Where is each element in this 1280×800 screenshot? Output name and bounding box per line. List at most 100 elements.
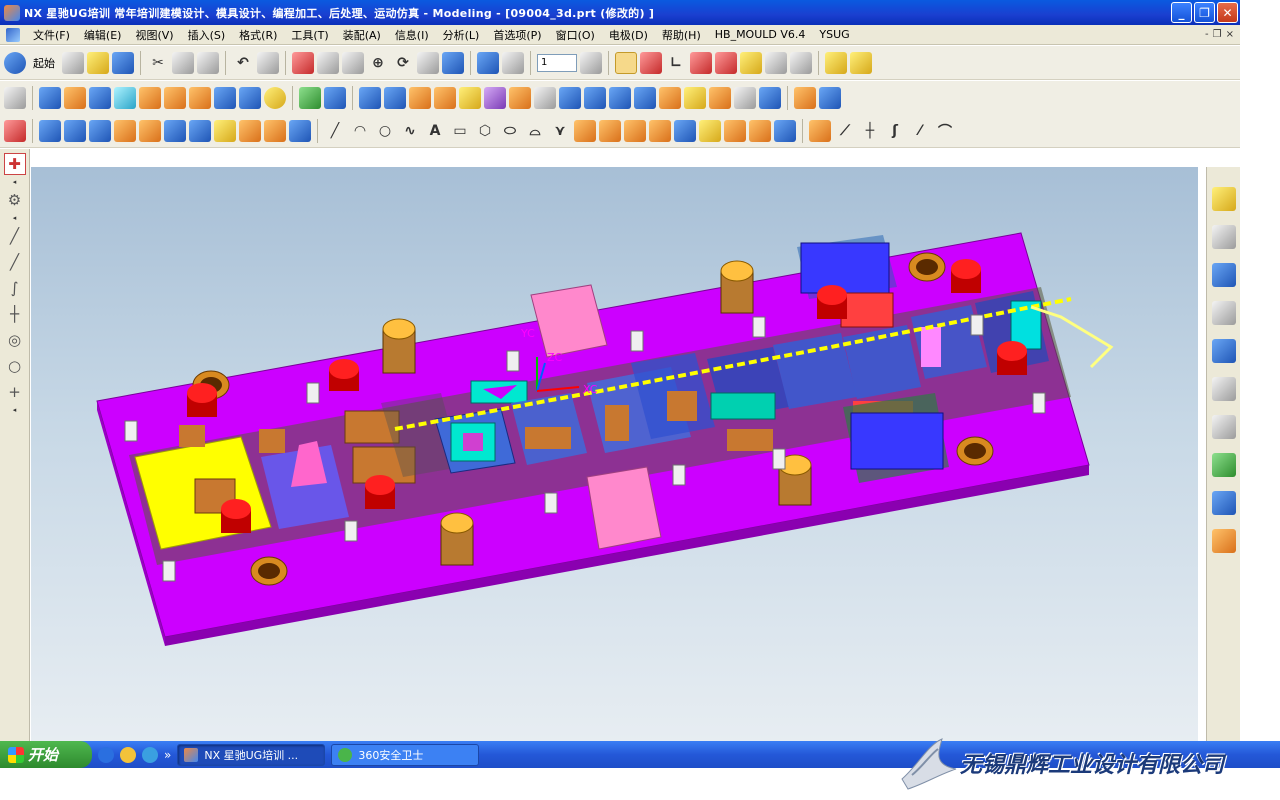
nx-app-icon[interactable]: [4, 4, 20, 21]
save-icon[interactable]: [112, 51, 134, 74]
bounded-plane-icon[interactable]: [139, 119, 161, 142]
wcs-rotate-icon[interactable]: ∟: [665, 52, 687, 74]
app-quicklaunch-icon[interactable]: [120, 746, 136, 763]
roles-icon[interactable]: [1211, 529, 1236, 553]
document-icon[interactable]: [6, 27, 20, 42]
thread-icon[interactable]: [534, 86, 556, 109]
snap-options-icon[interactable]: [790, 51, 812, 74]
ie-quicklaunch-icon[interactable]: [98, 746, 114, 763]
history-icon[interactable]: [1211, 377, 1236, 401]
divide-curve-icon[interactable]: ʃ: [884, 120, 906, 142]
measure-distance-icon[interactable]: [825, 51, 847, 74]
help-icon[interactable]: [1211, 339, 1236, 363]
minimize-button[interactable]: _: [1171, 2, 1192, 23]
robot-arm-icon[interactable]: ⚙: [4, 189, 26, 211]
trimmed-sheet-icon[interactable]: [264, 119, 286, 142]
line-icon[interactable]: ╱: [324, 120, 346, 142]
task-360[interactable]: 360安全卫士: [331, 743, 480, 766]
wrap-curve-icon[interactable]: [749, 119, 771, 142]
extract-curve-icon[interactable]: [674, 119, 696, 142]
arc-tool-icon[interactable]: ◎: [4, 329, 26, 351]
circle-tool-icon[interactable]: ○: [4, 355, 26, 377]
curve-length-icon[interactable]: ⁄: [909, 120, 931, 142]
cut-icon[interactable]: ✂: [147, 52, 169, 74]
circle-icon[interactable]: ○: [374, 120, 396, 142]
line-tool-2-icon[interactable]: ╱: [4, 251, 26, 273]
wcs-dynamics-icon[interactable]: [615, 51, 637, 74]
wcs-orient-icon[interactable]: [690, 51, 712, 74]
chamfer-curve-icon[interactable]: ⋎: [549, 120, 571, 142]
menu-format[interactable]: 格式(R): [232, 27, 284, 43]
menu-ysug[interactable]: YSUG: [812, 28, 856, 41]
start-button[interactable]: 开始: [0, 741, 92, 768]
sew-icon[interactable]: [634, 86, 656, 109]
arc-icon[interactable]: ◠: [349, 120, 371, 142]
ellipse-icon[interactable]: ⬭: [499, 120, 521, 142]
select-tool-icon[interactable]: ✚: [3, 153, 26, 175]
fit-view-icon[interactable]: [292, 51, 314, 74]
shell-icon[interactable]: [409, 86, 431, 109]
join-curve-icon[interactable]: [724, 119, 746, 142]
perspective-icon[interactable]: [442, 51, 464, 74]
bridge-curve-icon[interactable]: [699, 119, 721, 142]
menu-insert[interactable]: 插入(S): [181, 27, 233, 43]
swept-surface-icon[interactable]: [164, 119, 186, 142]
web-browser-icon[interactable]: [1211, 263, 1236, 287]
feature-replay-icon[interactable]: [819, 86, 841, 109]
trim-corner-icon[interactable]: ┼: [859, 120, 881, 142]
settings-gear-icon[interactable]: [740, 51, 762, 74]
point-icon[interactable]: [4, 119, 26, 142]
offset-face-icon[interactable]: [459, 86, 481, 109]
subtract-icon[interactable]: [324, 86, 346, 109]
visualization-icon[interactable]: [1211, 453, 1236, 477]
bridge-surface-icon[interactable]: [214, 119, 236, 142]
combined-projection-icon[interactable]: [774, 119, 796, 142]
line-tool-icon[interactable]: ╱: [4, 225, 26, 247]
menu-edit[interactable]: 编辑(E): [77, 27, 129, 43]
doc-restore-button[interactable]: ❐: [1213, 29, 1222, 40]
polygon-icon[interactable]: ⬡: [474, 120, 496, 142]
doc-minimize-button[interactable]: -: [1205, 29, 1209, 40]
split-body-icon[interactable]: [509, 86, 531, 109]
menu-assembly[interactable]: 装配(A): [336, 27, 388, 43]
project-curve-icon[interactable]: [599, 119, 621, 142]
more-dropdown-icon[interactable]: ◂: [13, 407, 17, 414]
assembly-navigator-icon[interactable]: [1211, 187, 1236, 211]
graphics-window[interactable]: YC ZC XC: [31, 167, 1198, 741]
copy-icon[interactable]: [172, 51, 194, 74]
quicklaunch-chevron[interactable]: »: [164, 748, 171, 762]
start-dropdown[interactable]: 起始: [29, 55, 59, 71]
edit-curve-icon[interactable]: [809, 119, 831, 142]
menu-tools[interactable]: 工具(T): [284, 27, 335, 43]
trim-curve-icon[interactable]: ⟋: [834, 120, 856, 142]
point-tool-icon[interactable]: +: [4, 381, 26, 403]
resize-face-icon[interactable]: [734, 86, 756, 109]
ruled-surface-icon[interactable]: [39, 119, 61, 142]
sync-modeling-icon[interactable]: [759, 86, 781, 109]
studio-surface-icon[interactable]: [189, 119, 211, 142]
wcs-display-icon[interactable]: [715, 51, 737, 74]
orient-view-icon[interactable]: [502, 51, 524, 74]
menu-hb-mould[interactable]: HB_MOULD V6.4: [708, 28, 813, 41]
extrude-icon[interactable]: [39, 86, 61, 109]
move-face-icon[interactable]: [684, 86, 706, 109]
zoom-in-icon[interactable]: ⊕: [367, 52, 389, 74]
zoom-window-icon[interactable]: [317, 51, 339, 74]
through-curves-icon[interactable]: [64, 119, 86, 142]
layer-settings-icon[interactable]: [580, 51, 602, 74]
section-curve-icon[interactable]: [649, 119, 671, 142]
menu-window[interactable]: 窗口(O): [549, 27, 602, 43]
cone-icon[interactable]: [239, 86, 261, 109]
pan-icon[interactable]: [417, 51, 439, 74]
extend-sheet-icon[interactable]: [289, 119, 311, 142]
snap-icon[interactable]: [765, 51, 787, 74]
studio-spline-icon[interactable]: ∿: [399, 120, 421, 142]
task-nx[interactable]: NX 星驰UG培训 ...: [177, 743, 326, 766]
trim-body-icon[interactable]: [484, 86, 506, 109]
title-bar[interactable]: NX 星驰UG培训 常年培训建模设计、模具设计、编程加工、后处理、运动仿真 - …: [0, 0, 1240, 25]
desktop-quicklaunch-icon[interactable]: [142, 746, 158, 763]
extract-icon[interactable]: [609, 86, 631, 109]
zoom-icon[interactable]: [342, 51, 364, 74]
rectangle-icon[interactable]: ▭: [449, 120, 471, 142]
new-file-icon[interactable]: [62, 51, 84, 74]
